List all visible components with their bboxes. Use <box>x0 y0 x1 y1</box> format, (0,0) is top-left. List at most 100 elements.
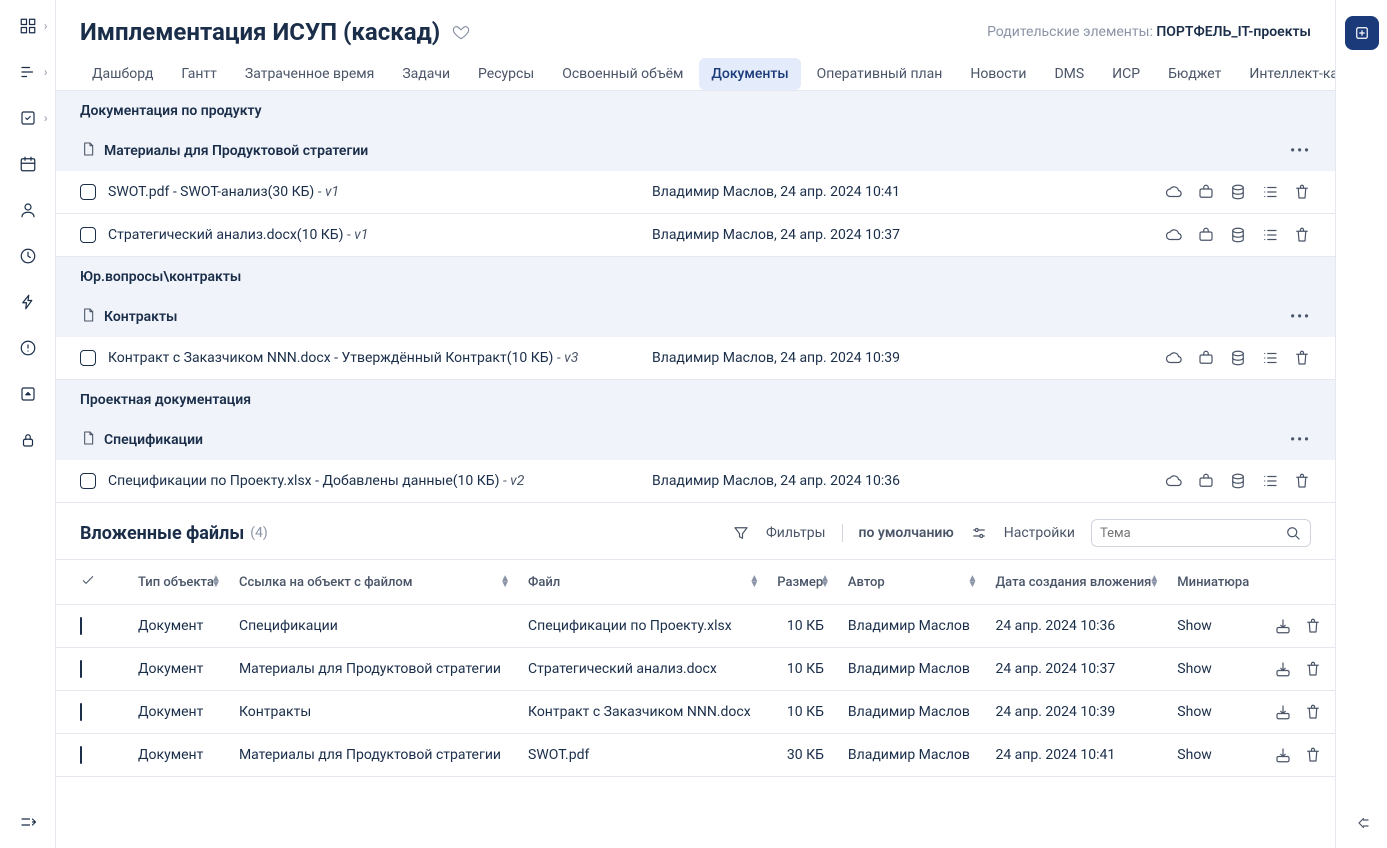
folder-more-icon[interactable]: ••• <box>1290 432 1311 448</box>
tab-4[interactable]: Ресурсы <box>466 58 546 90</box>
cell-thumb[interactable]: Show <box>1165 691 1262 734</box>
briefcase-icon[interactable] <box>1197 472 1215 490</box>
sidebar-lightning-icon[interactable] <box>14 288 42 316</box>
checkbox[interactable] <box>80 473 96 489</box>
sidebar-gantt-icon[interactable] <box>14 58 42 86</box>
sidebar-dashboard-icon[interactable] <box>14 12 42 40</box>
tab-6[interactable]: Документы <box>699 58 800 90</box>
checkbox[interactable] <box>80 703 82 721</box>
cell-file[interactable]: SWOT.pdf <box>516 734 765 777</box>
tab-5[interactable]: Освоенный объём <box>550 58 695 90</box>
tab-0[interactable]: Дашборд <box>80 58 165 90</box>
col-5[interactable]: Дата создания вложения▲▼ <box>983 560 1165 605</box>
trash-icon[interactable] <box>1304 746 1322 764</box>
cloud-icon[interactable] <box>1165 226 1183 244</box>
cell-file[interactable]: Контракт с Заказчиком NNN.docx <box>516 691 765 734</box>
sidebar-time-icon[interactable] <box>14 242 42 270</box>
cell-thumb[interactable]: Show <box>1165 734 1262 777</box>
cell-file[interactable]: Стратегический анализ.docx <box>516 648 765 691</box>
col-3[interactable]: Размер▲▼ <box>765 560 836 605</box>
search-box[interactable] <box>1091 519 1311 547</box>
cell-link[interactable]: Материалы для Продуктовой стратегии <box>227 648 516 691</box>
list-icon[interactable] <box>1261 472 1279 490</box>
cell-link[interactable]: Спецификации <box>227 605 516 648</box>
content-scroll[interactable]: Документация по продуктуМатериалы для Пр… <box>56 91 1335 848</box>
file-name[interactable]: Спецификации по Проекту.xlsx - Добавлены… <box>108 473 524 489</box>
checkbox[interactable] <box>80 350 96 366</box>
sidebar-collapse-icon[interactable] <box>14 380 42 408</box>
sidebar-task-icon[interactable] <box>14 104 42 132</box>
default-sort-button[interactable]: по умолчанию <box>859 525 954 541</box>
filter-icon[interactable] <box>732 524 750 542</box>
briefcase-icon[interactable] <box>1197 183 1215 201</box>
add-button[interactable] <box>1345 16 1379 50</box>
tab-7[interactable]: Оперативный план <box>805 58 955 90</box>
sidebar-expand-icon[interactable] <box>14 808 42 836</box>
parent-link[interactable]: ПОРТФЕЛЬ_IT-проекты <box>1156 24 1311 40</box>
checkbox[interactable] <box>80 746 82 764</box>
col-check[interactable] <box>56 560 126 605</box>
sidebar-alert-icon[interactable] <box>14 334 42 362</box>
checkbox[interactable] <box>80 617 82 635</box>
trash-icon[interactable] <box>1304 660 1322 678</box>
col-2[interactable]: Файл▲▼ <box>516 560 765 605</box>
checkbox[interactable] <box>80 184 96 200</box>
search-icon[interactable] <box>1284 524 1302 542</box>
trash-icon[interactable] <box>1293 472 1311 490</box>
list-icon[interactable] <box>1261 183 1279 201</box>
cloud-icon[interactable] <box>1165 349 1183 367</box>
cell-link[interactable]: Контракты <box>227 691 516 734</box>
folder-more-icon[interactable]: ••• <box>1290 143 1311 159</box>
tab-2[interactable]: Затраченное время <box>233 58 386 90</box>
trash-icon[interactable] <box>1293 226 1311 244</box>
database-icon[interactable] <box>1229 472 1247 490</box>
cell-thumb[interactable]: Show <box>1165 648 1262 691</box>
sidebar-calendar-icon[interactable] <box>14 150 42 178</box>
cell-file[interactable]: Спецификации по Проекту.xlsx <box>516 605 765 648</box>
list-icon[interactable] <box>1261 349 1279 367</box>
trash-icon[interactable] <box>1293 349 1311 367</box>
download-icon[interactable] <box>1274 746 1292 764</box>
settings-button[interactable]: Настройки <box>1004 525 1075 541</box>
database-icon[interactable] <box>1229 183 1247 201</box>
sidebar-lock-icon[interactable] <box>14 426 42 454</box>
download-icon[interactable] <box>1274 703 1292 721</box>
rail-collapse-icon[interactable] <box>1353 814 1371 832</box>
list-icon[interactable] <box>1261 226 1279 244</box>
folder-name[interactable]: Спецификации <box>104 432 203 448</box>
tab-9[interactable]: DMS <box>1042 58 1096 90</box>
download-icon[interactable] <box>1274 660 1292 678</box>
download-icon[interactable] <box>1274 617 1292 635</box>
tab-11[interactable]: Бюджет <box>1156 58 1233 90</box>
sidebar-user-icon[interactable] <box>14 196 42 224</box>
tab-3[interactable]: Задачи <box>390 58 462 90</box>
tab-8[interactable]: Новости <box>958 58 1038 90</box>
col-4[interactable]: Автор▲▼ <box>836 560 984 605</box>
tab-1[interactable]: Гантт <box>169 58 229 90</box>
file-name[interactable]: SWOT.pdf - SWOT-анализ(30 КБ) - v1 <box>108 184 339 200</box>
cell-thumb[interactable]: Show <box>1165 605 1262 648</box>
database-icon[interactable] <box>1229 226 1247 244</box>
folder-more-icon[interactable]: ••• <box>1290 309 1311 325</box>
cloud-icon[interactable] <box>1165 183 1183 201</box>
settings-icon[interactable] <box>970 524 988 542</box>
trash-icon[interactable] <box>1293 183 1311 201</box>
database-icon[interactable] <box>1229 349 1247 367</box>
folder-name[interactable]: Контракты <box>104 309 177 325</box>
checkbox[interactable] <box>80 660 82 678</box>
tab-12[interactable]: Интеллект-карты <box>1237 58 1335 90</box>
cloud-icon[interactable] <box>1165 472 1183 490</box>
checkbox[interactable] <box>80 227 96 243</box>
folder-name[interactable]: Материалы для Продуктовой стратегии <box>104 143 368 159</box>
col-0[interactable]: Тип объекта▲▼ <box>126 560 227 605</box>
filters-button[interactable]: Фильтры <box>766 525 826 541</box>
trash-icon[interactable] <box>1304 617 1322 635</box>
trash-icon[interactable] <box>1304 703 1322 721</box>
briefcase-icon[interactable] <box>1197 226 1215 244</box>
file-name[interactable]: Стратегический анализ.docx(10 КБ) - v1 <box>108 227 368 243</box>
cell-link[interactable]: Материалы для Продуктовой стратегии <box>227 734 516 777</box>
tab-10[interactable]: ИСР <box>1100 58 1152 90</box>
col-1[interactable]: Ссылка на объект с файлом▲▼ <box>227 560 516 605</box>
file-name[interactable]: Контракт с Заказчиком NNN.docx - Утвержд… <box>108 350 578 366</box>
favorite-icon[interactable] <box>452 23 470 41</box>
